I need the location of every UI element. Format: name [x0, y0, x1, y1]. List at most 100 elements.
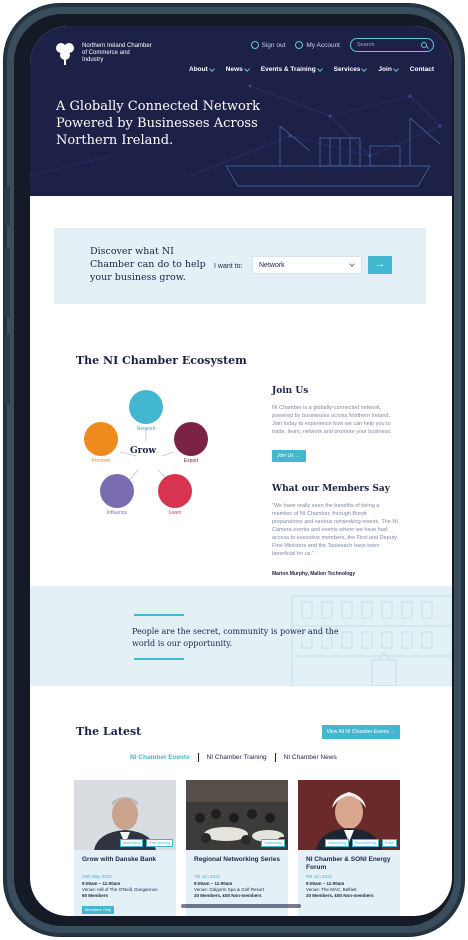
export-label: Export — [183, 458, 199, 464]
network-label: Network — [136, 426, 156, 432]
phone-screen: Northern Ireland Chamber of Commerce and… — [30, 26, 452, 916]
nav-label: Events & Training — [260, 66, 316, 73]
influence-label: Influence — [106, 510, 128, 516]
discover-panel: Discover what NI Chamber can do to help … — [54, 228, 426, 304]
accent-line — [134, 658, 184, 660]
site-header: Northern Ireland Chamber of Commerce and… — [30, 26, 452, 196]
event-card[interactable]: Networking Peer learning Policy NI Chamb… — [298, 780, 400, 916]
people-quote: People are the secret, community is powe… — [132, 627, 339, 648]
want-label: I want to: — [214, 263, 243, 270]
promote-node[interactable] — [84, 422, 118, 456]
search-placeholder: Search — [357, 42, 375, 48]
join-us-button[interactable]: Join Us → — [272, 450, 306, 462]
nav-label: Services — [333, 66, 361, 73]
search-input[interactable]: Search — [350, 38, 434, 52]
tab-events[interactable]: NI Chamber Events — [130, 754, 190, 761]
view-all-events-button[interactable]: View All NI Chamber Events → — [322, 725, 400, 739]
arrow-right-icon: → — [375, 259, 385, 270]
my-account-label: My Account — [306, 41, 340, 49]
card-tag: Networking — [325, 839, 349, 847]
event-date: 9th Jun 2022 — [306, 874, 333, 879]
event-card[interactable]: Networking Regional Networking Series 7t… — [186, 780, 288, 916]
card-tags: Networking Peer learning Policy — [325, 839, 397, 847]
event-cards: Networking Peer learning Grow with Dansk… — [74, 780, 400, 916]
nav-join[interactable]: Join — [378, 65, 399, 73]
testimonial-author: Marion Murphy, Mallon Technology — [272, 571, 356, 577]
event-attendees: 20 Members, £50 Non-members — [194, 893, 262, 898]
event-photo: Networking — [186, 780, 288, 850]
event-attendees: 20 Members, £50 Non-members — [306, 893, 374, 898]
sign-out-label: Sign out — [261, 41, 286, 49]
card-tag: Peer learning — [146, 839, 173, 847]
ecosystem-title: The NI Chamber Ecosystem — [76, 354, 247, 367]
testimonial-text: "We have really seen the benefits of bei… — [272, 503, 398, 557]
event-venue: Venue: The MAC, Belfast — [306, 887, 357, 892]
card-tags: Networking — [261, 839, 285, 847]
promote-label: Promote — [91, 458, 111, 464]
card-tag: Policy — [381, 839, 397, 847]
ecosystem-diagram: Network Export Learn Influence Promote G… — [74, 386, 224, 526]
nav-label: News — [225, 66, 243, 73]
utility-links: Sign out My Account Search — [250, 38, 434, 52]
event-venue: Venue: Hill of The O'Neill, Dungannon — [82, 887, 158, 892]
volume-up-button — [4, 248, 10, 318]
people-band: People are the secret, community is powe… — [30, 586, 452, 686]
grow-label: Grow — [130, 446, 157, 456]
card-tag: Networking — [261, 839, 285, 847]
search-icon[interactable] — [421, 42, 427, 48]
tab-divider — [274, 753, 276, 762]
latest-tabs: NI Chamber Events NI Chamber Training NI… — [130, 753, 337, 762]
accent-line — [134, 614, 184, 616]
my-account-link[interactable]: My Account — [295, 41, 340, 49]
tab-training[interactable]: NI Chamber Training — [207, 754, 267, 761]
nav-contact[interactable]: Contact — [410, 66, 434, 73]
influence-node[interactable] — [100, 474, 134, 508]
event-attendees: 60 Members — [82, 893, 109, 898]
logo-text: Northern Ireland Chamber of Commerce and… — [82, 42, 152, 63]
event-title: NI Chamber & SONI Energy Forum — [306, 856, 391, 871]
account-icon — [295, 41, 304, 49]
goal-select-value: Network — [259, 262, 285, 269]
chevron-down-icon — [361, 65, 368, 72]
learn-node[interactable] — [158, 474, 192, 508]
network-node[interactable] — [129, 390, 163, 424]
chevron-down-icon — [392, 65, 399, 72]
export-node[interactable] — [174, 422, 208, 456]
event-photo: Networking Peer learning Policy — [298, 780, 400, 850]
nav-events-training[interactable]: Events & Training — [260, 65, 323, 73]
nav-services[interactable]: Services — [333, 65, 368, 73]
event-meta: 9:00am – 11:00am Venue: The MAC, Belfast… — [306, 881, 396, 899]
site-logo[interactable]: Northern Ireland Chamber of Commerce and… — [54, 40, 152, 66]
event-meta: 9:00am – 11:00am Venue: Galgorm Spa & Go… — [194, 881, 284, 899]
learn-label: Learn — [168, 510, 182, 516]
join-text: NI Chamber is a globally-connected netwo… — [272, 405, 392, 435]
sign-out-link[interactable]: Sign out — [250, 41, 286, 49]
nav-label: Join — [378, 66, 392, 73]
discover-text: Discover what NI Chamber can do to help … — [90, 246, 206, 283]
members-say-title: What our Members Say — [272, 484, 390, 494]
nav-news[interactable]: News — [225, 65, 250, 73]
tab-news[interactable]: NI Chamber News — [284, 754, 337, 761]
card-tag: Peer learning — [351, 839, 379, 847]
event-card[interactable]: Networking Peer learning Grow with Dansk… — [74, 780, 176, 916]
event-title: Regional Networking Series — [194, 856, 280, 863]
discover-go-button[interactable]: → — [368, 256, 392, 274]
main-nav: About News Events & Training Services Jo… — [189, 65, 434, 73]
event-title: Grow with Danske Bank — [82, 856, 157, 863]
card-tags: Networking Peer learning — [119, 839, 173, 847]
nav-about[interactable]: About — [189, 65, 215, 73]
volume-down-button — [4, 334, 10, 404]
tab-divider — [197, 753, 199, 762]
nav-label: Contact — [409, 66, 434, 73]
members-only-button[interactable]: Members Only — [82, 906, 114, 914]
event-date: 7th Jun 2022 — [194, 874, 221, 879]
chevron-down-icon — [316, 65, 323, 72]
chevron-down-icon — [208, 65, 215, 72]
chevron-down-icon — [243, 65, 250, 72]
goal-select[interactable]: Network — [252, 256, 362, 274]
hero-title: A Globally Connected Network Powered by … — [56, 99, 260, 148]
user-icon — [250, 41, 259, 49]
home-indicator — [181, 904, 301, 908]
chevron-down-icon — [349, 261, 355, 267]
event-meta: 9:00am – 11:00am Venue: Hill of The O'Ne… — [82, 881, 172, 899]
